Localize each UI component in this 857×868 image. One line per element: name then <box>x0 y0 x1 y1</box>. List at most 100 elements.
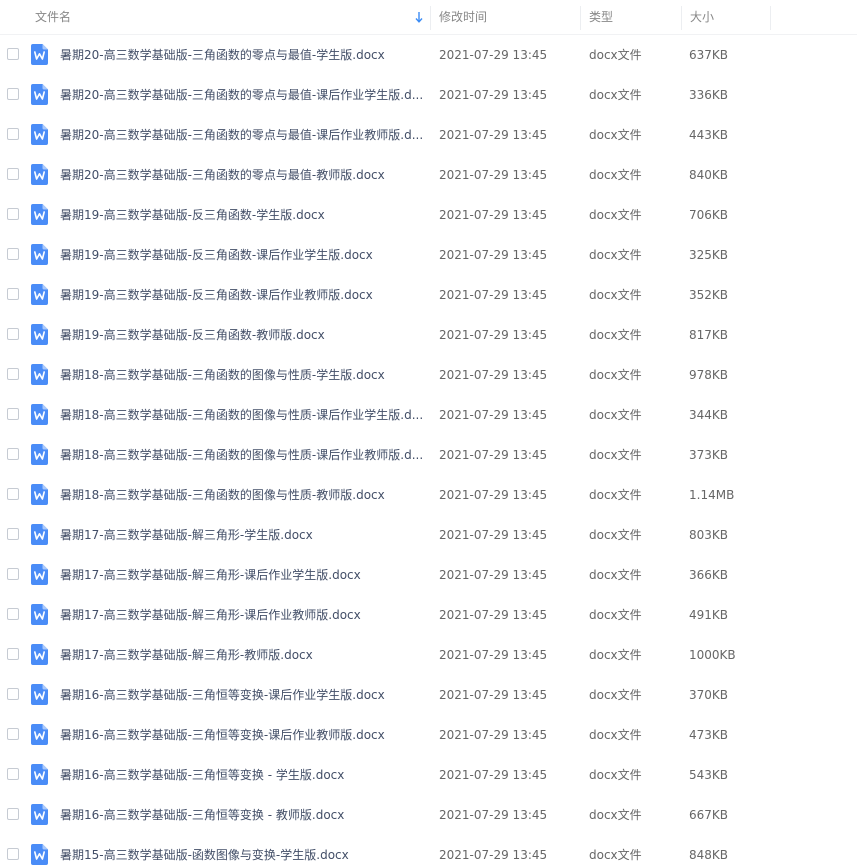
row-checkbox[interactable] <box>7 368 19 380</box>
file-size: 366KB <box>689 568 729 582</box>
word-document-icon <box>31 524 48 545</box>
word-document-icon <box>31 164 48 185</box>
file-name[interactable]: 暑期17-高三数学基础版-解三角形-课后作业学生版.docx <box>60 555 424 595</box>
row-checkbox[interactable] <box>7 128 19 140</box>
row-checkbox[interactable] <box>7 648 19 660</box>
file-row[interactable]: 暑期19-高三数学基础版-反三角函数-课后作业学生版.docx 2021-07-2… <box>0 235 857 275</box>
file-name[interactable]: 暑期17-高三数学基础版-解三角形-学生版.docx <box>60 515 424 555</box>
file-row[interactable]: 暑期20-高三数学基础版-三角函数的零点与最值-课后作业学生版.d... 2021… <box>0 75 857 115</box>
word-document-icon <box>31 684 48 705</box>
file-row[interactable]: 暑期18-高三数学基础版-三角函数的图像与性质-课后作业学生版.d... 2021… <box>0 395 857 435</box>
word-document-icon <box>31 484 48 505</box>
file-row[interactable]: 暑期18-高三数学基础版-三角函数的图像与性质-教师版.docx 2021-07-… <box>0 475 857 515</box>
file-name[interactable]: 暑期16-高三数学基础版-三角恒等变换-课后作业教师版.docx <box>60 715 424 755</box>
file-row[interactable]: 暑期17-高三数学基础版-解三角形-学生版.docx 2021-07-29 13:… <box>0 515 857 555</box>
file-row[interactable]: 暑期18-高三数学基础版-三角函数的图像与性质-课后作业教师版.d... 2021… <box>0 435 857 475</box>
word-document-icon <box>31 284 48 305</box>
row-checkbox[interactable] <box>7 608 19 620</box>
file-type: docx文件 <box>589 528 642 542</box>
file-row[interactable]: 暑期17-高三数学基础版-解三角形-课后作业学生版.docx 2021-07-29… <box>0 555 857 595</box>
file-row[interactable]: 暑期17-高三数学基础版-解三角形-课后作业教师版.docx 2021-07-29… <box>0 595 857 635</box>
file-name[interactable]: 暑期18-高三数学基础版-三角函数的图像与性质-教师版.docx <box>60 475 424 515</box>
file-row[interactable]: 暑期19-高三数学基础版-反三角函数-课后作业教师版.docx 2021-07-2… <box>0 275 857 315</box>
file-size: 370KB <box>689 688 729 702</box>
row-checkbox[interactable] <box>7 488 19 500</box>
file-type: docx文件 <box>589 688 642 702</box>
file-name[interactable]: 暑期15-高三数学基础版-函数图像与变换-学生版.docx <box>60 835 424 868</box>
file-size: 473KB <box>689 728 729 742</box>
row-checkbox[interactable] <box>7 448 19 460</box>
file-type: docx文件 <box>589 168 642 182</box>
row-checkbox[interactable] <box>7 408 19 420</box>
column-header-type[interactable]: 类型 <box>581 0 681 34</box>
file-row[interactable]: 暑期19-高三数学基础版-反三角函数-学生版.docx 2021-07-29 13… <box>0 195 857 235</box>
row-checkbox[interactable] <box>7 328 19 340</box>
row-checkbox[interactable] <box>7 208 19 220</box>
file-modified-time: 2021-07-29 13:45 <box>439 208 548 222</box>
file-name[interactable]: 暑期16-高三数学基础版-三角恒等变换-课后作业学生版.docx <box>60 675 424 715</box>
file-type: docx文件 <box>589 848 642 862</box>
word-document-icon <box>31 844 48 865</box>
column-header-modified-time[interactable]: 修改时间 <box>431 0 580 34</box>
file-modified-time: 2021-07-29 13:45 <box>439 568 548 582</box>
file-modified-time: 2021-07-29 13:45 <box>439 128 548 142</box>
sort-down-arrow-icon[interactable] <box>415 11 423 23</box>
file-name[interactable]: 暑期18-高三数学基础版-三角函数的图像与性质-课后作业教师版.d... <box>60 435 424 475</box>
column-header-size[interactable]: 大小 <box>682 0 770 34</box>
file-row[interactable]: 暑期19-高三数学基础版-反三角函数-教师版.docx 2021-07-29 13… <box>0 315 857 355</box>
file-name[interactable]: 暑期19-高三数学基础版-反三角函数-学生版.docx <box>60 195 424 235</box>
file-row[interactable]: 暑期16-高三数学基础版-三角恒等变换-课后作业教师版.docx 2021-07-… <box>0 715 857 755</box>
file-modified-time: 2021-07-29 13:45 <box>439 408 548 422</box>
file-size: 443KB <box>689 128 729 142</box>
file-row[interactable]: 暑期18-高三数学基础版-三角函数的图像与性质-学生版.docx 2021-07-… <box>0 355 857 395</box>
row-checkbox[interactable] <box>7 568 19 580</box>
file-modified-time: 2021-07-29 13:45 <box>439 328 548 342</box>
word-document-icon <box>31 804 48 825</box>
file-name[interactable]: 暑期17-高三数学基础版-解三角形-教师版.docx <box>60 635 424 675</box>
row-checkbox[interactable] <box>7 728 19 740</box>
file-name[interactable]: 暑期16-高三数学基础版-三角恒等变换 - 教师版.docx <box>60 795 424 835</box>
row-checkbox[interactable] <box>7 248 19 260</box>
file-name[interactable]: 暑期20-高三数学基础版-三角函数的零点与最值-课后作业教师版.d... <box>60 115 424 155</box>
file-modified-time: 2021-07-29 13:45 <box>439 488 548 502</box>
word-document-icon <box>31 244 48 265</box>
row-checkbox[interactable] <box>7 288 19 300</box>
row-checkbox[interactable] <box>7 808 19 820</box>
row-checkbox[interactable] <box>7 528 19 540</box>
word-document-icon <box>31 324 48 345</box>
file-name[interactable]: 暑期19-高三数学基础版-反三角函数-课后作业学生版.docx <box>60 235 424 275</box>
file-type: docx文件 <box>589 488 642 502</box>
file-name[interactable]: 暑期18-高三数学基础版-三角函数的图像与性质-课后作业学生版.d... <box>60 395 424 435</box>
file-row[interactable]: 暑期16-高三数学基础版-三角恒等变换 - 学生版.docx 2021-07-29… <box>0 755 857 795</box>
column-divider[interactable] <box>770 6 771 30</box>
row-checkbox[interactable] <box>7 48 19 60</box>
row-checkbox[interactable] <box>7 848 19 860</box>
file-row[interactable]: 暑期20-高三数学基础版-三角函数的零点与最值-学生版.docx 2021-07-… <box>0 35 857 75</box>
row-checkbox[interactable] <box>7 768 19 780</box>
file-name[interactable]: 暑期16-高三数学基础版-三角恒等变换 - 学生版.docx <box>60 755 424 795</box>
row-checkbox[interactable] <box>7 168 19 180</box>
file-size: 1000KB <box>689 648 736 662</box>
file-name[interactable]: 暑期18-高三数学基础版-三角函数的图像与性质-学生版.docx <box>60 355 424 395</box>
row-checkbox[interactable] <box>7 688 19 700</box>
file-name[interactable]: 暑期19-高三数学基础版-反三角函数-教师版.docx <box>60 315 424 355</box>
word-document-icon <box>31 644 48 665</box>
file-type: docx文件 <box>589 208 642 222</box>
file-row[interactable]: 暑期16-高三数学基础版-三角恒等变换-课后作业学生版.docx 2021-07-… <box>0 675 857 715</box>
file-row[interactable]: 暑期17-高三数学基础版-解三角形-教师版.docx 2021-07-29 13:… <box>0 635 857 675</box>
file-type: docx文件 <box>589 768 642 782</box>
file-name[interactable]: 暑期17-高三数学基础版-解三角形-课后作业教师版.docx <box>60 595 424 635</box>
column-header-name[interactable]: 文件名 <box>27 0 430 34</box>
file-row[interactable]: 暑期20-高三数学基础版-三角函数的零点与最值-课后作业教师版.d... 2021… <box>0 115 857 155</box>
file-name[interactable]: 暑期20-高三数学基础版-三角函数的零点与最值-教师版.docx <box>60 155 424 195</box>
file-row[interactable]: 暑期20-高三数学基础版-三角函数的零点与最值-教师版.docx 2021-07-… <box>0 155 857 195</box>
file-name[interactable]: 暑期20-高三数学基础版-三角函数的零点与最值-学生版.docx <box>60 35 424 75</box>
row-checkbox[interactable] <box>7 88 19 100</box>
file-row[interactable]: 暑期16-高三数学基础版-三角恒等变换 - 教师版.docx 2021-07-29… <box>0 795 857 835</box>
file-row[interactable]: 暑期15-高三数学基础版-函数图像与变换-学生版.docx 2021-07-29 … <box>0 835 857 868</box>
word-document-icon <box>31 44 48 65</box>
file-name[interactable]: 暑期20-高三数学基础版-三角函数的零点与最值-课后作业学生版.d... <box>60 75 424 115</box>
word-document-icon <box>31 84 48 105</box>
file-modified-time: 2021-07-29 13:45 <box>439 608 548 622</box>
file-name[interactable]: 暑期19-高三数学基础版-反三角函数-课后作业教师版.docx <box>60 275 424 315</box>
